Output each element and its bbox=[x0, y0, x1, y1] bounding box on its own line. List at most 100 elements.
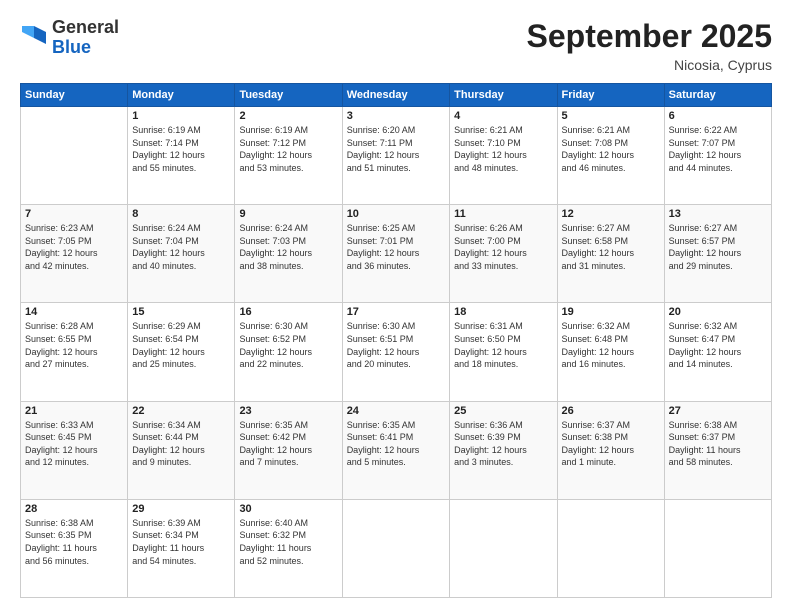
day-number: 26 bbox=[562, 405, 660, 417]
calendar-cell: 21Sunrise: 6:33 AMSunset: 6:45 PMDayligh… bbox=[21, 401, 128, 499]
logo-icon bbox=[20, 24, 48, 52]
day-number: 8 bbox=[132, 208, 230, 220]
day-number: 22 bbox=[132, 405, 230, 417]
day-info: Sunrise: 6:28 AMSunset: 6:55 PMDaylight:… bbox=[25, 320, 123, 370]
calendar-cell: 24 Sunrise: 6:35 AMSunset: 6:41 PMDayligh… bbox=[342, 401, 449, 499]
logo: General Blue bbox=[20, 18, 119, 58]
calendar-cell: 25 Sunrise: 6:36 AMSunset: 6:39 PMDayligh… bbox=[450, 401, 557, 499]
calendar-cell: 30 Sunrise: 6:40 AMSunset: 6:32 PMDayligh… bbox=[235, 499, 342, 597]
calendar-cell: 8 Sunrise: 6:24 AMSunset: 7:04 PMDaylight… bbox=[128, 205, 235, 303]
calendar-cell: 3 Sunrise: 6:20 AMSunset: 7:11 PMDaylight… bbox=[342, 107, 449, 205]
calendar-cell bbox=[557, 499, 664, 597]
calendar-cell: 27Sunrise: 6:38 AMSunset: 6:37 PMDayligh… bbox=[664, 401, 771, 499]
weekday-header-wednesday: Wednesday bbox=[342, 84, 449, 107]
day-info: Sunrise: 6:37 AMSunset: 6:38 PMDaylight:… bbox=[562, 419, 660, 469]
day-number: 28 bbox=[25, 503, 123, 515]
day-info: Sunrise: 6:27 AMSunset: 6:57 PMDaylight:… bbox=[669, 222, 767, 272]
calendar-cell bbox=[21, 107, 128, 205]
header: General Blue September 2025 Nicosia, Cyp… bbox=[20, 18, 772, 73]
calendar-cell: 23 Sunrise: 6:35 AMSunset: 6:42 PMDayligh… bbox=[235, 401, 342, 499]
calendar-cell: 11 Sunrise: 6:26 AMSunset: 7:00 PMDayligh… bbox=[450, 205, 557, 303]
calendar-cell: 18 Sunrise: 6:31 AMSunset: 6:50 PMDayligh… bbox=[450, 303, 557, 401]
day-info: Sunrise: 6:25 AMSunset: 7:01 PMDaylight:… bbox=[347, 222, 445, 272]
weekday-header-thursday: Thursday bbox=[450, 84, 557, 107]
day-number: 18 bbox=[454, 306, 552, 318]
day-info: Sunrise: 6:34 AMSunset: 6:44 PMDaylight:… bbox=[132, 419, 230, 469]
day-info: Sunrise: 6:39 AMSunset: 6:34 PMDaylight:… bbox=[132, 517, 230, 567]
day-info: Sunrise: 6:38 AMSunset: 6:35 PMDaylight:… bbox=[25, 517, 123, 567]
calendar-cell: 5 Sunrise: 6:21 AMSunset: 7:08 PMDaylight… bbox=[557, 107, 664, 205]
calendar-cell: 10 Sunrise: 6:25 AMSunset: 7:01 PMDayligh… bbox=[342, 205, 449, 303]
calendar-table: SundayMondayTuesdayWednesdayThursdayFrid… bbox=[20, 83, 772, 598]
logo-blue-text: Blue bbox=[52, 37, 91, 57]
day-number: 10 bbox=[347, 208, 445, 220]
day-number: 6 bbox=[669, 110, 767, 122]
day-info: Sunrise: 6:19 AMSunset: 7:14 PMDaylight:… bbox=[132, 124, 230, 174]
day-number: 23 bbox=[239, 405, 337, 417]
day-info: Sunrise: 6:35 AMSunset: 6:42 PMDaylight:… bbox=[239, 419, 337, 469]
day-info: Sunrise: 6:19 AMSunset: 7:12 PMDaylight:… bbox=[239, 124, 337, 174]
calendar-cell: 4 Sunrise: 6:21 AMSunset: 7:10 PMDaylight… bbox=[450, 107, 557, 205]
week-row-0: 1 Sunrise: 6:19 AMSunset: 7:14 PMDaylight… bbox=[21, 107, 772, 205]
day-info: Sunrise: 6:23 AMSunset: 7:05 PMDaylight:… bbox=[25, 222, 123, 272]
calendar-title: September 2025 bbox=[527, 18, 772, 55]
weekday-header-friday: Friday bbox=[557, 84, 664, 107]
calendar-cell: 15Sunrise: 6:29 AMSunset: 6:54 PMDayligh… bbox=[128, 303, 235, 401]
calendar-cell: 14 Sunrise: 6:28 AMSunset: 6:55 PMDayligh… bbox=[21, 303, 128, 401]
day-info: Sunrise: 6:40 AMSunset: 6:32 PMDaylight:… bbox=[239, 517, 337, 567]
day-number: 11 bbox=[454, 208, 552, 220]
day-number: 13 bbox=[669, 208, 767, 220]
day-info: Sunrise: 6:30 AMSunset: 6:51 PMDaylight:… bbox=[347, 320, 445, 370]
day-info: Sunrise: 6:20 AMSunset: 7:11 PMDaylight:… bbox=[347, 124, 445, 174]
day-info: Sunrise: 6:32 AMSunset: 6:47 PMDaylight:… bbox=[669, 320, 767, 370]
day-number: 24 bbox=[347, 405, 445, 417]
weekday-header-tuesday: Tuesday bbox=[235, 84, 342, 107]
week-row-1: 7Sunrise: 6:23 AMSunset: 7:05 PMDaylight… bbox=[21, 205, 772, 303]
calendar-cell: 19 Sunrise: 6:32 AMSunset: 6:48 PMDayligh… bbox=[557, 303, 664, 401]
calendar-cell: 7Sunrise: 6:23 AMSunset: 7:05 PMDaylight… bbox=[21, 205, 128, 303]
day-number: 3 bbox=[347, 110, 445, 122]
week-row-2: 14 Sunrise: 6:28 AMSunset: 6:55 PMDayligh… bbox=[21, 303, 772, 401]
day-info: Sunrise: 6:27 AMSunset: 6:58 PMDaylight:… bbox=[562, 222, 660, 272]
calendar-cell bbox=[342, 499, 449, 597]
calendar-cell: 20Sunrise: 6:32 AMSunset: 6:47 PMDayligh… bbox=[664, 303, 771, 401]
title-block: September 2025 Nicosia, Cyprus bbox=[527, 18, 772, 73]
day-number: 27 bbox=[669, 405, 767, 417]
calendar-cell bbox=[664, 499, 771, 597]
calendar-header: SundayMondayTuesdayWednesdayThursdayFrid… bbox=[21, 84, 772, 107]
calendar-cell: 13 Sunrise: 6:27 AMSunset: 6:57 PMDayligh… bbox=[664, 205, 771, 303]
day-info: Sunrise: 6:36 AMSunset: 6:39 PMDaylight:… bbox=[454, 419, 552, 469]
day-number: 14 bbox=[25, 306, 123, 318]
day-number: 4 bbox=[454, 110, 552, 122]
day-info: Sunrise: 6:35 AMSunset: 6:41 PMDaylight:… bbox=[347, 419, 445, 469]
day-info: Sunrise: 6:24 AMSunset: 7:04 PMDaylight:… bbox=[132, 222, 230, 272]
day-number: 1 bbox=[132, 110, 230, 122]
day-number: 19 bbox=[562, 306, 660, 318]
calendar-cell: 9Sunrise: 6:24 AMSunset: 7:03 PMDaylight… bbox=[235, 205, 342, 303]
logo-text: General Blue bbox=[52, 18, 119, 58]
logo-general-text: General bbox=[52, 17, 119, 37]
day-info: Sunrise: 6:31 AMSunset: 6:50 PMDaylight:… bbox=[454, 320, 552, 370]
calendar-cell: 29 Sunrise: 6:39 AMSunset: 6:34 PMDayligh… bbox=[128, 499, 235, 597]
weekday-header-monday: Monday bbox=[128, 84, 235, 107]
day-number: 5 bbox=[562, 110, 660, 122]
day-info: Sunrise: 6:21 AMSunset: 7:08 PMDaylight:… bbox=[562, 124, 660, 174]
calendar-cell: 17Sunrise: 6:30 AMSunset: 6:51 PMDayligh… bbox=[342, 303, 449, 401]
week-row-4: 28 Sunrise: 6:38 AMSunset: 6:35 PMDayligh… bbox=[21, 499, 772, 597]
week-row-3: 21Sunrise: 6:33 AMSunset: 6:45 PMDayligh… bbox=[21, 401, 772, 499]
day-info: Sunrise: 6:21 AMSunset: 7:10 PMDaylight:… bbox=[454, 124, 552, 174]
calendar-cell: 6Sunrise: 6:22 AMSunset: 7:07 PMDaylight… bbox=[664, 107, 771, 205]
day-number: 25 bbox=[454, 405, 552, 417]
day-info: Sunrise: 6:32 AMSunset: 6:48 PMDaylight:… bbox=[562, 320, 660, 370]
day-number: 29 bbox=[132, 503, 230, 515]
calendar-cell: 22 Sunrise: 6:34 AMSunset: 6:44 PMDayligh… bbox=[128, 401, 235, 499]
day-number: 2 bbox=[239, 110, 337, 122]
weekday-header-sunday: Sunday bbox=[21, 84, 128, 107]
calendar-cell: 16Sunrise: 6:30 AMSunset: 6:52 PMDayligh… bbox=[235, 303, 342, 401]
calendar-cell bbox=[450, 499, 557, 597]
day-number: 30 bbox=[239, 503, 337, 515]
day-info: Sunrise: 6:33 AMSunset: 6:45 PMDaylight:… bbox=[25, 419, 123, 469]
day-info: Sunrise: 6:29 AMSunset: 6:54 PMDaylight:… bbox=[132, 320, 230, 370]
day-info: Sunrise: 6:26 AMSunset: 7:00 PMDaylight:… bbox=[454, 222, 552, 272]
calendar-cell: 2 Sunrise: 6:19 AMSunset: 7:12 PMDaylight… bbox=[235, 107, 342, 205]
